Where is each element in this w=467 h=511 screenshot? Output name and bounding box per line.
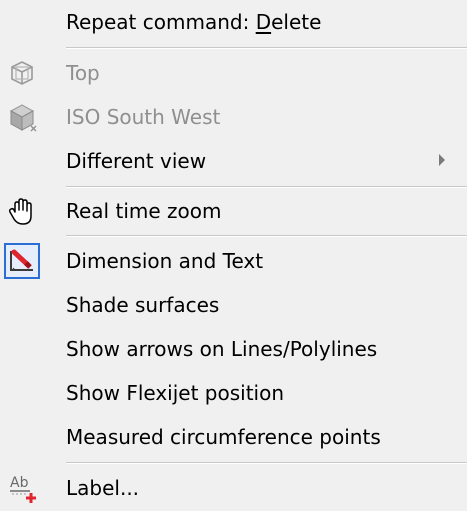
- menu-item-measured-circumference-points[interactable]: Measured circumference points: [0, 415, 467, 459]
- menu-item-label-add[interactable]: Ab Label...: [0, 466, 467, 510]
- menu-item-show-flexijet-position[interactable]: Show Flexijet position: [0, 371, 467, 415]
- iso-south-west-icon: [4, 99, 40, 135]
- menu-item-label: Show Flexijet position: [66, 381, 285, 405]
- menu-item-label: Shade surfaces: [66, 293, 220, 317]
- menu-item-iso-south-west[interactable]: ISO South West: [0, 95, 467, 139]
- menu-separator: [66, 186, 467, 188]
- menu-item-label: Repeat command: Delete: [66, 10, 322, 34]
- menu-item-label: Label...: [66, 476, 140, 500]
- menu-item-label: Show arrows on Lines/Polylines: [66, 337, 378, 361]
- menu-item-label: ISO South West: [66, 105, 221, 129]
- menu-item-label: Real time zoom: [66, 199, 222, 223]
- menu-separator: [66, 462, 467, 464]
- menu-item-different-view[interactable]: Different view: [0, 139, 467, 183]
- context-menu: Repeat command: Delete Top ISO South Wes…: [0, 0, 467, 511]
- menu-separator: [66, 47, 467, 49]
- menu-separator: [66, 235, 467, 237]
- menu-item-label: Measured circumference points: [66, 425, 381, 449]
- hand-icon: [4, 193, 40, 229]
- add-label-icon: Ab: [4, 470, 40, 506]
- menu-item-dimension-and-text[interactable]: Dimension and Text: [0, 239, 467, 283]
- menu-item-show-arrows[interactable]: Show arrows on Lines/Polylines: [0, 327, 467, 371]
- top-view-icon: [4, 55, 40, 91]
- dimension-text-icon: [4, 243, 40, 279]
- menu-item-repeat-command[interactable]: Repeat command: Delete: [0, 0, 467, 44]
- svg-text:Ab: Ab: [10, 475, 29, 491]
- menu-item-real-time-zoom[interactable]: Real time zoom: [0, 189, 467, 233]
- submenu-arrow-icon: [439, 154, 445, 166]
- menu-item-label: Top: [66, 61, 100, 85]
- menu-item-label: Dimension and Text: [66, 249, 264, 273]
- menu-item-shade-surfaces[interactable]: Shade surfaces: [0, 283, 467, 327]
- accelerator-key: D: [255, 10, 272, 34]
- menu-item-label: Different view: [66, 149, 207, 173]
- menu-item-top[interactable]: Top: [0, 51, 467, 95]
